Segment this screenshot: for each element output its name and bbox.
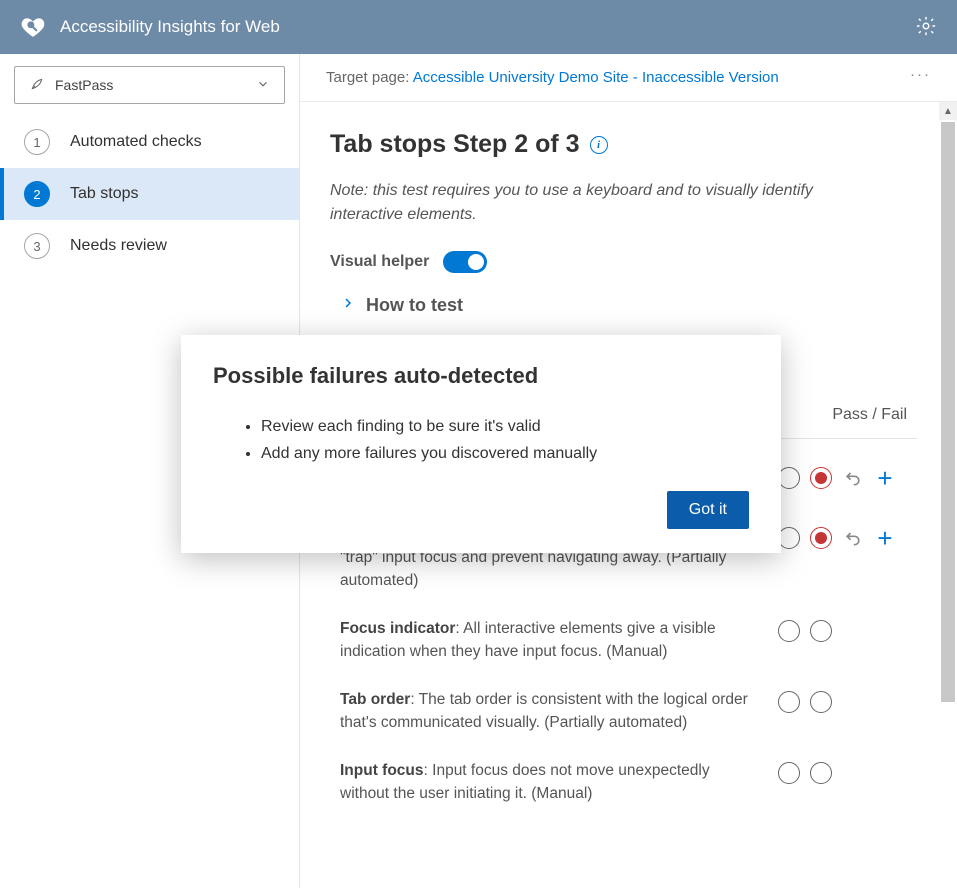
fail-radio[interactable] bbox=[810, 467, 832, 489]
fail-radio[interactable] bbox=[810, 691, 832, 713]
step-badge: 2 bbox=[24, 181, 50, 207]
test-note: Note: this test requires you to use a ke… bbox=[330, 179, 870, 227]
chevron-down-icon bbox=[256, 77, 270, 94]
fail-radio[interactable] bbox=[810, 527, 832, 549]
rule-text: Focus indicator: All interactive element… bbox=[340, 618, 760, 663]
rule-name: Focus indicator bbox=[340, 620, 455, 637]
auto-detected-failures-dialog: Possible failures auto-detected Review e… bbox=[181, 335, 781, 553]
add-failure-icon[interactable]: + bbox=[874, 527, 896, 549]
add-failure-icon[interactable]: + bbox=[874, 467, 896, 489]
app-title: Accessibility Insights for Web bbox=[60, 17, 280, 37]
page-title-text: Tab stops Step 2 of 3 bbox=[330, 130, 580, 159]
rule-name: Tab order bbox=[340, 691, 410, 708]
visual-helper-label: Visual helper bbox=[330, 253, 429, 271]
rule-text: Input focus: Input focus does not move u… bbox=[340, 760, 760, 805]
rocket-icon bbox=[29, 76, 45, 95]
visual-helper-row: Visual helper bbox=[330, 251, 917, 273]
undo-icon[interactable] bbox=[842, 467, 864, 489]
pass-fail-controls bbox=[778, 760, 832, 784]
pass-radio[interactable] bbox=[778, 527, 800, 549]
dialog-title: Possible failures auto-detected bbox=[213, 363, 749, 389]
sidebar-item-label: Automated checks bbox=[70, 133, 202, 151]
undo-icon[interactable] bbox=[842, 527, 864, 549]
dialog-bullet: Add any more failures you discovered man… bbox=[261, 440, 749, 467]
mode-select[interactable]: FastPass bbox=[14, 66, 285, 104]
sidebar-item-needs-review[interactable]: 3 Needs review bbox=[0, 220, 299, 272]
target-prefix: Target page: bbox=[326, 69, 413, 86]
target-bar: Target page: Accessible University Demo … bbox=[300, 54, 957, 102]
how-to-test-label: How to test bbox=[366, 295, 463, 316]
step-badge: 1 bbox=[24, 129, 50, 155]
fail-radio[interactable] bbox=[810, 762, 832, 784]
target-page-link[interactable]: Accessible University Demo Site - Inacce… bbox=[413, 69, 779, 86]
sidebar-item-tab-stops[interactable]: 2 Tab stops bbox=[0, 168, 299, 220]
pass-fail-header: Pass / Fail bbox=[832, 406, 907, 424]
rule-text: Tab order: The tab order is consistent w… bbox=[340, 689, 760, 734]
dialog-bullet: Review each finding to be sure it's vali… bbox=[261, 413, 749, 440]
pass-radio[interactable] bbox=[778, 620, 800, 642]
pass-fail-controls: + bbox=[778, 465, 896, 489]
more-options-button[interactable]: ··· bbox=[910, 62, 931, 93]
nav-list: 1 Automated checks 2 Tab stops 3 Needs r… bbox=[0, 108, 299, 272]
sidebar-item-automated-checks[interactable]: 1 Automated checks bbox=[0, 116, 299, 168]
rule-row: Tab order: The tab order is consistent w… bbox=[330, 689, 917, 760]
dialog-bullet-list: Review each finding to be sure it's vali… bbox=[213, 413, 749, 467]
sidebar-item-label: Needs review bbox=[70, 237, 167, 255]
info-icon[interactable]: i bbox=[590, 136, 608, 154]
mode-select-label: FastPass bbox=[55, 77, 113, 93]
rule-name: Input focus bbox=[340, 762, 424, 779]
visual-helper-toggle[interactable] bbox=[443, 251, 487, 273]
page-title: Tab stops Step 2 of 3 i bbox=[330, 130, 917, 159]
fail-radio[interactable] bbox=[810, 620, 832, 642]
step-badge: 3 bbox=[24, 233, 50, 259]
pass-radio[interactable] bbox=[778, 467, 800, 489]
pass-radio[interactable] bbox=[778, 691, 800, 713]
app-logo-icon bbox=[20, 14, 46, 40]
chevron-right-icon bbox=[342, 295, 354, 316]
rule-row: Focus indicator: All interactive element… bbox=[330, 618, 917, 689]
rule-row: Input focus: Input focus does not move u… bbox=[330, 760, 917, 831]
pass-fail-controls bbox=[778, 618, 832, 642]
pass-radio[interactable] bbox=[778, 762, 800, 784]
how-to-test-expander[interactable]: How to test bbox=[330, 295, 917, 316]
app-header: Accessibility Insights for Web bbox=[0, 0, 957, 54]
gear-icon[interactable] bbox=[915, 15, 937, 40]
pass-fail-controls: + bbox=[778, 525, 896, 549]
got-it-button[interactable]: Got it bbox=[667, 491, 749, 529]
sidebar-item-label: Tab stops bbox=[70, 185, 138, 203]
brand: Accessibility Insights for Web bbox=[20, 14, 280, 40]
pass-fail-controls bbox=[778, 689, 832, 713]
